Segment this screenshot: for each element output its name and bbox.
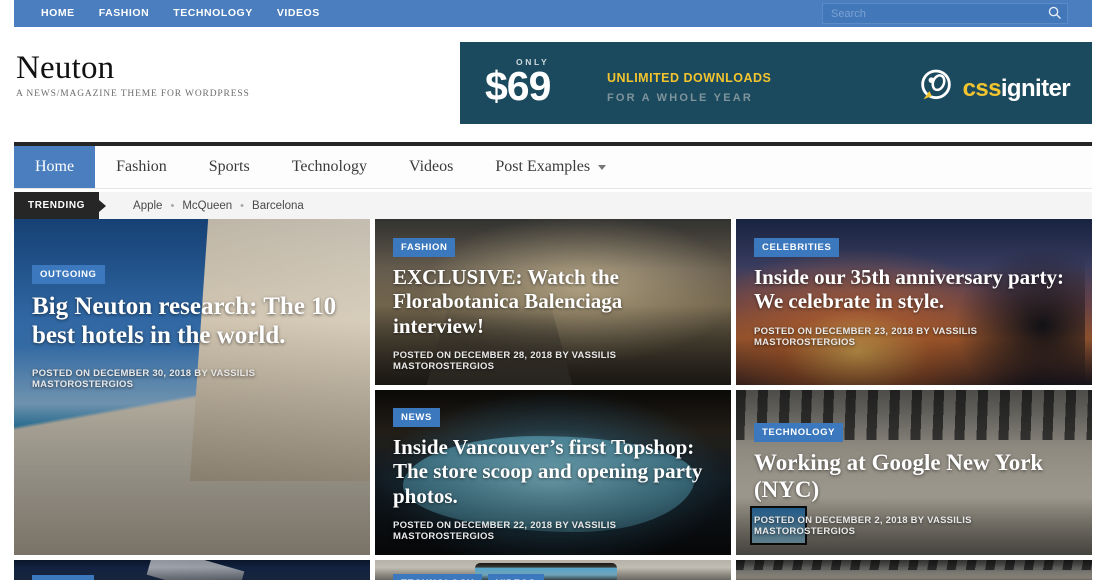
nav-item-technology-label: Technology [291, 158, 367, 175]
nav-item-sports[interactable]: Sports [188, 146, 271, 188]
top-nav: HOME FASHION TECHNOLOGY VIDEOS [14, 0, 332, 27]
trending-item-mcqueen[interactable]: McQueen [174, 200, 240, 212]
celebrities-title: Inside our 35th anniversary party: We ce… [754, 265, 1064, 314]
hero-content: OUTGOING Big Neuton research: The 10 bes… [14, 264, 370, 390]
cssigniter-mark-icon [916, 66, 956, 111]
featured-card-hero[interactable]: OUTGOING Big Neuton research: The 10 bes… [14, 219, 370, 555]
site-branding[interactable]: Neuton A NEWS/MAGAZINE THEME FOR WORDPRE… [16, 50, 250, 99]
news-meta: POSTED ON DECEMBER 22, 2018 BY VASSILIS … [393, 520, 617, 543]
tech-videos-category-badge-technology[interactable]: TECHNOLOGY [393, 574, 483, 580]
top-nav-item-videos[interactable]: VIDEOS [265, 0, 332, 27]
site-logo-text: Neuton [16, 50, 115, 86]
nav-item-fashion[interactable]: Fashion [95, 146, 188, 188]
news-category-badge[interactable]: NEWS [393, 408, 440, 427]
hero-meta: POSTED ON DECEMBER 30, 2018 BY VASSILIS … [32, 368, 256, 390]
top-nav-item-technology[interactable]: TECHNOLOGY [161, 0, 265, 27]
celebrities-category-badge[interactable]: CELEBRITIES [754, 238, 840, 257]
chevron-down-icon [598, 164, 607, 170]
technology-meta: POSTED ON DECEMBER 2, 2018 BY VASSILIS M… [754, 515, 972, 538]
nav-item-videos[interactable]: Videos [388, 146, 474, 188]
celebrities-content: CELEBRITIES Inside our 35th anniversary … [736, 237, 1092, 348]
fashion-content: FASHION EXCLUSIVE: Watch the Florabotani… [375, 237, 731, 372]
featured-card-science[interactable]: SCIENCE [14, 560, 370, 580]
banner-ad[interactable]: ONLY $69 UNLIMITED DOWNLOADS FOR A WHOLE… [460, 42, 1092, 124]
nav-item-post-examples[interactable]: Post Examples [474, 146, 627, 188]
search-icon [1047, 5, 1062, 23]
site-header: Neuton A NEWS/MAGAZINE THEME FOR WORDPRE… [0, 27, 1116, 137]
featured-card-news[interactable]: NEWS Inside Vancouver’s first Topshop: T… [375, 390, 731, 555]
tech-videos-content: TECHNOLOGY VIDEOS [375, 574, 731, 580]
trending-items: Apple • McQueen • Barcelona [99, 192, 312, 219]
trending-bar: TRENDING Apple • McQueen • Barcelona [14, 192, 1092, 219]
nav-item-home[interactable]: Home [14, 146, 96, 188]
search-button[interactable] [1042, 4, 1067, 23]
nav-item-post-examples-label: Post Examples [495, 158, 591, 175]
news-title: Inside Vancouver’s first Topshop: The st… [393, 435, 703, 508]
trending-item-apple[interactable]: Apple [125, 200, 170, 212]
fashion-title: EXCLUSIVE: Watch the Florabotanica Balen… [393, 265, 623, 338]
tech-videos-category-badge-videos[interactable]: VIDEOS [488, 574, 544, 580]
cssigniter-logo: cssigniter [916, 66, 1071, 111]
row2-third-overlay [736, 560, 1092, 580]
cssigniter-igniter: igniter [1000, 74, 1071, 102]
news-content: NEWS Inside Vancouver’s first Topshop: T… [375, 407, 731, 542]
banner-subline: FOR A WHOLE YEAR [607, 92, 754, 104]
site-tagline: A NEWS/MAGAZINE THEME FOR WORDPRESS [16, 89, 250, 99]
technology-category-badge[interactable]: TECHNOLOGY [754, 423, 844, 442]
tech-videos-badges: TECHNOLOGY VIDEOS [393, 574, 713, 580]
featured-card-row2-third[interactable] [736, 560, 1092, 580]
cssigniter-css: css [962, 74, 1002, 102]
top-utility-bar: HOME FASHION TECHNOLOGY VIDEOS [14, 0, 1092, 27]
nav-item-fashion-label: Fashion [116, 158, 167, 175]
featured-column-middle: FASHION EXCLUSIVE: Watch the Florabotani… [375, 219, 731, 555]
nav-item-home-label: Home [35, 158, 75, 175]
technology-content: TECHNOLOGY Working at Google New York (N… [736, 422, 1092, 537]
featured-grid: OUTGOING Big Neuton research: The 10 bes… [14, 219, 1092, 580]
banner-headline: UNLIMITED DOWNLOADS [607, 71, 772, 85]
trending-item-barcelona[interactable]: Barcelona [244, 200, 312, 212]
banner-price: $69 [485, 63, 551, 109]
main-navigation: Home Fashion Sports Technology Videos Po… [14, 146, 1092, 189]
science-category-badge[interactable]: SCIENCE [32, 575, 95, 580]
celebrities-meta: POSTED ON DECEMBER 23, 2018 BY VASSILIS … [754, 325, 978, 348]
featured-card-fashion[interactable]: FASHION EXCLUSIVE: Watch the Florabotani… [375, 219, 731, 385]
featured-card-technology[interactable]: TECHNOLOGY Working at Google New York (N… [736, 390, 1092, 555]
search-input[interactable] [823, 4, 1043, 23]
page-root: HOME FASHION TECHNOLOGY VIDEOS Neuton A … [0, 0, 1116, 580]
top-nav-item-fashion[interactable]: FASHION [87, 0, 162, 27]
hero-title: Big Neuton research: The 10 best hotels … [32, 293, 337, 349]
top-nav-item-home[interactable]: HOME [28, 0, 87, 27]
nav-item-technology[interactable]: Technology [271, 146, 388, 188]
featured-column-right: CELEBRITIES Inside our 35th anniversary … [736, 219, 1092, 555]
technology-title: Working at Google New York (NYC) [754, 450, 1044, 502]
nav-item-sports-label: Sports [208, 158, 250, 175]
search-box[interactable] [822, 3, 1068, 24]
featured-card-tech-videos[interactable]: TECHNOLOGY VIDEOS [375, 560, 731, 580]
main-navigation-wrapper: Home Fashion Sports Technology Videos Po… [14, 142, 1092, 189]
trending-label: TRENDING [14, 192, 100, 219]
fashion-meta: POSTED ON DECEMBER 28, 2018 BY VASSILIS … [393, 350, 617, 373]
nav-item-videos-label: Videos [409, 158, 454, 175]
hero-category-badge[interactable]: OUTGOING [32, 265, 105, 284]
fashion-category-badge[interactable]: FASHION [393, 238, 456, 257]
science-content: SCIENCE [14, 574, 370, 580]
cssigniter-wordmark: cssigniter [962, 74, 1071, 103]
featured-card-celebrities[interactable]: CELEBRITIES Inside our 35th anniversary … [736, 219, 1092, 385]
